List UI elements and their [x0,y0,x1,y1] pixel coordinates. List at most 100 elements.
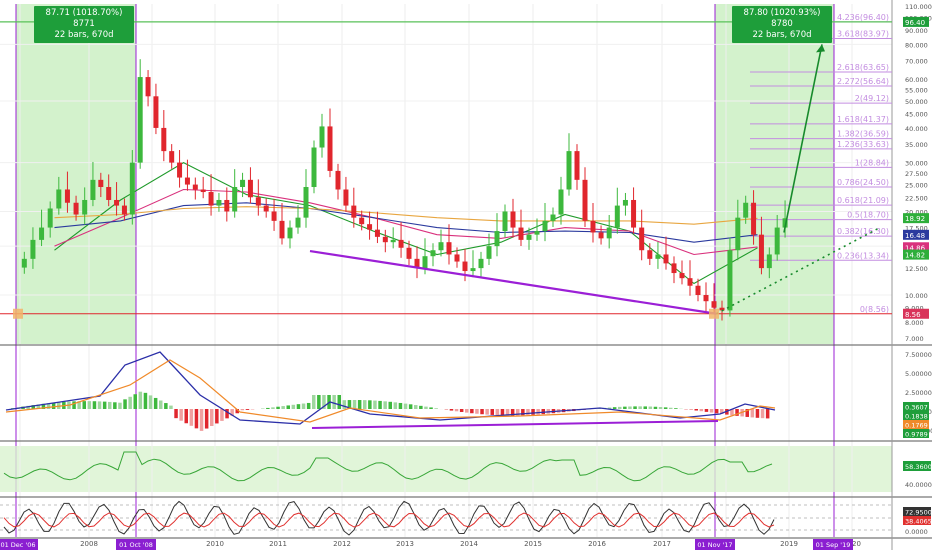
time-tick-label: 2019 [780,540,798,548]
price-tick-label: 80.000 [905,41,928,49]
candle-body [224,200,229,211]
candle-body [248,180,253,197]
macd-histogram-bar [128,397,132,409]
candle-body [583,180,588,221]
candle-body [639,228,644,251]
macd-histogram-bar [332,395,336,409]
macd-tick-label: 7.50000 [905,351,932,359]
candle-body [759,235,764,268]
candle-body [672,263,677,273]
candle-body [343,189,348,205]
candle-body [296,218,301,228]
candle-body [82,200,87,215]
macd-histogram-bar [389,402,393,409]
macd-histogram-bar [343,400,347,409]
macd-histogram-bar [312,395,316,409]
macd-badge-label: 0.9789 [905,431,928,439]
candle-body [74,203,79,215]
candle-body [751,203,756,235]
macd-histogram-bar [164,403,168,409]
macd-histogram-bar [373,401,377,409]
macd-histogram-bar [531,409,535,415]
highlight-zone [715,4,834,344]
macd-histogram-bar [271,407,275,409]
candle-body [527,235,532,240]
macd-histogram-bar [491,409,495,415]
time-tick-label: 2017 [653,540,671,548]
candle-body [90,180,95,200]
macd-histogram-bar [455,409,459,411]
macd-histogram-bar [169,406,173,409]
candle-body [399,240,404,248]
macd-histogram-bar [618,407,622,409]
measure-box-left[interactable]: 87.71 (1018.70%) 8771 22 bars, 670d [34,6,134,43]
time-marker-label: 01 Oct '08 [119,541,153,549]
macd-histogram-bar [261,408,265,409]
candle-body [56,189,61,208]
stoch-badge-label: 72.9500 [905,509,932,517]
price-badge-label: 96.40 [905,19,925,27]
macd-histogram-bar [445,409,449,410]
fib-level-label: 1(28.84) [855,158,889,167]
macd-histogram-bar [496,409,500,415]
candle-body [256,197,261,205]
candle-body [98,180,103,187]
fib-level-label: 2.618(63.65) [837,63,889,72]
macd-histogram-bar [404,404,408,409]
measure-box-left-range: 22 bars, 670d [34,30,134,41]
candle-body [130,163,135,215]
macd-histogram-bar [623,407,627,409]
macd-tick-label: 2.50000 [905,389,932,397]
candle-body [511,211,516,227]
candle-body [743,203,748,218]
price-badge-label: 8.56 [905,311,921,319]
macd-histogram-bar [628,406,632,409]
macd-histogram-bar [475,409,479,414]
measure-box-right[interactable]: 87.80 (1020.93%) 8780 22 bars, 670d [732,6,832,43]
candle-body [647,250,652,259]
candle-body [240,180,245,187]
candle-body [567,151,572,189]
macd-histogram-bar [358,400,362,409]
candle-body [479,259,484,268]
price-tick-label: 7.000 [905,335,924,343]
macd-histogram-bar [195,409,199,428]
macd-histogram-bar [185,409,189,423]
price-badge-label: 16.48 [905,232,925,240]
fib-level-label: 4.236(96.40) [837,13,889,22]
fib-level-label: 2(49.12) [855,94,889,103]
macd-histogram-bar [424,407,428,409]
time-tick-label: 2015 [524,540,542,548]
price-tick-label: 70.000 [905,57,928,65]
macd-histogram-bar [149,395,153,409]
candle-body [161,128,166,151]
macd-histogram-bar [287,405,291,409]
macd-histogram-bar [220,409,224,421]
candle-body [367,224,372,229]
macd-histogram-bar [649,407,653,409]
price-tick-label: 90.000 [905,27,928,35]
macd-histogram-bar [368,400,372,409]
macd-histogram-bar [434,408,438,409]
macd-histogram-bar [710,409,714,413]
macd-histogram-bar [281,406,285,409]
price-tick-label: 22.500 [905,194,928,202]
macd-histogram-bar [378,401,382,409]
candle-body [503,211,508,231]
candle-body [439,242,444,250]
macd-histogram-bar [766,409,770,418]
chart-svg[interactable]: 4.236(96.40)3.618(83.97)2.618(63.65)2.27… [0,0,932,550]
fib-level-label: 0.236(13.34) [837,251,889,260]
fib-level-label: 0.618(21.09) [837,196,889,205]
rsi-badge-label: 58.3600 [905,463,932,471]
candle-body [727,250,732,310]
time-tick-label: 2012 [333,540,351,548]
candle-body [463,262,468,271]
macd-histogram-bar [174,409,178,418]
macd-histogram-bar [480,409,484,414]
fib-level-label: 0.786(24.50) [837,178,889,187]
price-badge-label: 14.82 [905,252,925,260]
candle-body [351,206,356,218]
anchor-point [709,309,719,319]
rsi-band [0,446,892,492]
